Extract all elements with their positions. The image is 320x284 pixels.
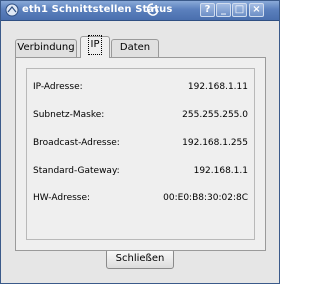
maximize-button[interactable]: □ xyxy=(232,3,247,17)
detail-row-subnet-mask: Subnetz-Maske: 255.255.255.0 xyxy=(33,110,248,124)
tab-verbindung[interactable]: Verbindung xyxy=(15,39,77,57)
title-bar[interactable]: eth1 Schnittstellen Status ? _ □ × xyxy=(1,1,279,21)
ip-address-label: IP-Adresse: xyxy=(33,82,83,92)
subnet-mask-label: Subnetz-Maske: xyxy=(33,110,105,120)
ip-address-value: 192.168.1.11 xyxy=(187,82,248,92)
tab-daten[interactable]: Daten xyxy=(111,39,159,57)
hw-address-label: HW-Adresse: xyxy=(33,193,91,203)
broadcast-label: Broadcast-Adresse: xyxy=(33,138,120,148)
tab-ip[interactable]: IP xyxy=(80,35,110,58)
dialog-window: eth1 Schnittstellen Status ? _ □ × Verbi… xyxy=(0,0,280,284)
detail-row-ip-address: IP-Adresse: 192.168.1.11 xyxy=(33,82,248,96)
subnet-mask-value: 255.255.255.0 xyxy=(182,110,248,120)
gateway-label: Standard-Gateway: xyxy=(33,166,120,176)
tab-verbindung-label: Verbindung xyxy=(17,42,75,53)
broadcast-value: 192.168.1.255 xyxy=(182,138,248,148)
tab-panel-ip: IP-Adresse: 192.168.1.11 Subnetz-Maske: … xyxy=(15,57,266,251)
minimize-button[interactable]: _ xyxy=(216,3,231,17)
close-window-button[interactable]: × xyxy=(249,3,264,17)
gateway-value: 192.168.1.1 xyxy=(193,166,248,176)
close-button[interactable]: Schließen xyxy=(106,249,174,269)
detail-row-hw-address: HW-Adresse: 00:E0:B8:30:02:8C xyxy=(33,193,248,207)
network-app-icon xyxy=(5,3,19,17)
detail-row-broadcast: Broadcast-Adresse: 192.168.1.255 xyxy=(33,138,248,152)
detail-row-gateway: Standard-Gateway: 192.168.1.1 xyxy=(33,166,248,180)
swirl-logo-icon xyxy=(146,3,159,16)
tab-daten-label: Daten xyxy=(119,42,151,53)
tab-ip-label: IP xyxy=(87,35,103,55)
hw-address-value: 00:E0:B8:30:02:8C xyxy=(163,193,248,203)
help-button[interactable]: ? xyxy=(200,3,215,17)
ip-details-group: IP-Adresse: 192.168.1.11 Subnetz-Maske: … xyxy=(26,68,255,240)
dialog-body: Verbindung IP Daten IP-Adresse: 192.168.… xyxy=(1,21,279,283)
